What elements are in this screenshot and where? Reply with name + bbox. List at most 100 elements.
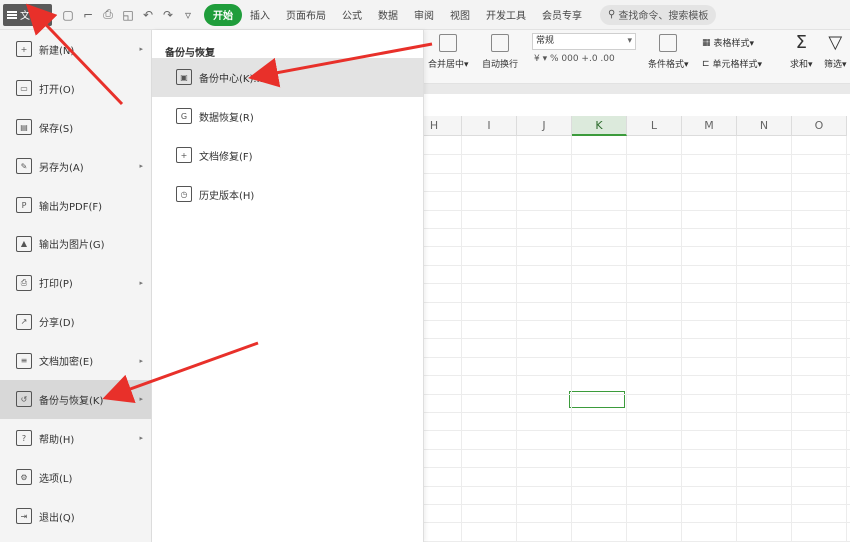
- merge-center-button[interactable]: 合并居中▾: [428, 34, 469, 70]
- grid-row-line: [424, 504, 850, 505]
- file-menu-item-label: 输出为PDF(F): [39, 201, 103, 213]
- chevron-right-icon: ▸: [139, 356, 143, 365]
- submenu-item[interactable]: ◷ 历史版本(H): [152, 175, 423, 214]
- hamburger-icon: [7, 10, 17, 19]
- table-style-button[interactable]: ▦ 表格样式▾: [702, 36, 755, 50]
- file-menu-item[interactable]: ⚙ 选项(L): [0, 458, 151, 497]
- submenu-item-label: 数据恢复(R): [199, 112, 254, 124]
- file-menu-item-label: 文档加密(E): [39, 357, 94, 369]
- chevron-right-icon: ▸: [139, 434, 143, 443]
- sum-button[interactable]: Σ 求和▾: [790, 32, 813, 71]
- file-menu-item[interactable]: ▭ 打开(O): [0, 69, 151, 108]
- merge-cells-icon: [439, 34, 458, 52]
- wrap-text-button[interactable]: 自动换行: [482, 34, 518, 70]
- number-format-select[interactable]: 常规: [532, 33, 636, 50]
- file-menu-item-label: 输出为图片(G): [39, 240, 105, 252]
- exit-icon: ⇥: [16, 508, 32, 525]
- cell-style-icon: ⊏: [702, 58, 710, 69]
- grid-row-line: [424, 228, 850, 229]
- file-menu-item[interactable]: ▲ 输出为图片(G): [0, 224, 151, 263]
- column-header[interactable]: J: [517, 116, 572, 136]
- table-style-icon: ▦: [702, 37, 711, 48]
- grid-row-line: [424, 448, 850, 450]
- conditional-format-button[interactable]: 条件格式▾: [648, 34, 689, 70]
- submenu-item-label: 历史版本(H): [199, 190, 255, 202]
- wrap-text-label: 自动换行: [482, 60, 519, 70]
- file-menu-item[interactable]: ↗ 分享(D): [0, 302, 151, 341]
- tab-0[interactable]: 开始: [204, 3, 243, 26]
- submenu-title: 备份与恢复: [165, 48, 215, 59]
- filter-button[interactable]: ▽ 筛选▾: [824, 32, 847, 71]
- submenu-item-label: 备份中心(K)...: [199, 73, 263, 85]
- print-icon[interactable]: ⎙: [102, 7, 114, 22]
- file-menu-item[interactable]: ✎ 另存为(A) ▸: [0, 147, 151, 186]
- file-menu-item[interactable]: ⎙ 打印(P) ▸: [0, 263, 151, 302]
- grid-row-line: [424, 154, 850, 156]
- submenu-item[interactable]: ▣ 备份中心(K)...: [152, 58, 423, 97]
- save-as-icon: ✎: [16, 158, 32, 175]
- conditional-format-label: 条件格式▾: [648, 60, 689, 70]
- redo-icon[interactable]: ↷: [162, 8, 174, 22]
- chevron-right-icon: ▸: [139, 395, 143, 404]
- tab-8[interactable]: 会员专享: [534, 4, 590, 26]
- filter-icon: ▽: [828, 32, 843, 53]
- sigma-icon: Σ: [795, 32, 807, 53]
- undo-icon[interactable]: ↶: [142, 8, 154, 22]
- backup-restore-submenu: 备份与恢复 ▣ 备份中心(K)... G 数据恢复(R) + 文档修复(F) ◷ 历史版本(H…: [152, 30, 424, 542]
- file-menu-item[interactable]: ⇥ 退出(Q): [0, 497, 151, 536]
- tab-1[interactable]: 插入: [242, 4, 278, 26]
- file-menu-item-label: 保存(S): [39, 123, 74, 135]
- format-painter-icon[interactable]: ⌐: [82, 8, 94, 22]
- tab-5[interactable]: 审阅: [406, 4, 442, 26]
- submenu-item[interactable]: + 文档修复(F): [152, 136, 423, 175]
- column-header[interactable]: M: [682, 116, 737, 136]
- cell-style-button[interactable]: ⊏ 单元格样式▾: [702, 57, 762, 71]
- data-recovery-icon: G: [176, 108, 192, 125]
- column-header[interactable]: L: [627, 116, 682, 136]
- grid-row-line: [424, 264, 850, 266]
- file-menu-item[interactable]: ▤ 保存(S): [0, 108, 151, 147]
- customize-toolbar-icon[interactable]: ▿: [182, 8, 194, 22]
- number-format-buttons[interactable]: ¥ ▾ % 000 +.0 .00: [534, 54, 615, 64]
- grid-row-line: [424, 301, 850, 303]
- backup-center-icon: ▣: [176, 69, 192, 86]
- column-header[interactable]: O: [792, 116, 847, 136]
- grid-row-line: [424, 467, 850, 469]
- file-menu-item-label: 分享(D): [39, 318, 75, 330]
- grid-row-line: [424, 522, 850, 524]
- share-icon: ↗: [16, 313, 32, 330]
- tab-7[interactable]: 开发工具: [478, 4, 534, 26]
- file-menu: + 新建(N) ▸ ▭ 打开(O) ▤ 保存(S) ✎ 另存为(A) ▸ P 输出为PDF(F) ▲ 输出…: [0, 30, 152, 542]
- top-menu-bar: 文件 ▾ ▢ ⌐ ⎙ ◱ ↶ ↷ ▿ 开始 插入 页面布局 公式 数据 审阅 视图 开发工具会…: [0, 0, 850, 30]
- conditional-format-icon: [659, 34, 678, 52]
- grid-row-line: [424, 283, 850, 285]
- column-header[interactable]: N: [737, 116, 792, 136]
- tab-6[interactable]: 视图: [442, 4, 478, 26]
- formula-bar[interactable]: [424, 84, 850, 94]
- chevron-right-icon: ▸: [139, 278, 143, 287]
- chevron-right-icon: ▸: [139, 45, 143, 54]
- save-icon[interactable]: ▢: [62, 8, 74, 22]
- tab-2[interactable]: 页面布局: [278, 4, 334, 26]
- column-header[interactable]: I: [462, 116, 517, 136]
- file-menu-item[interactable]: + 新建(N) ▸: [0, 30, 151, 69]
- options-gear-icon: ⚙: [16, 469, 32, 486]
- document-repair-icon: +: [176, 147, 192, 164]
- submenu-item[interactable]: G 数据恢复(R): [152, 97, 423, 136]
- grid-row-line: [424, 172, 850, 174]
- file-menu-item-label: 打印(P): [39, 279, 73, 291]
- spreadsheet-grid[interactable]: HIJKLMNO: [407, 116, 850, 542]
- file-menu-item[interactable]: P 输出为PDF(F): [0, 186, 151, 225]
- file-menu-item[interactable]: ≡ 文档加密(E) ▸: [0, 341, 151, 380]
- command-search[interactable]: ⚲ 查找命令、搜索模板: [600, 4, 717, 25]
- file-menu-button[interactable]: 文件 ▾: [3, 3, 53, 26]
- print-preview-icon[interactable]: ◱: [122, 8, 134, 22]
- column-header[interactable]: K: [572, 116, 627, 136]
- file-menu-item[interactable]: ↺ 备份与恢复(K) ▸: [0, 380, 151, 419]
- table-style-label: 表格样式▾: [713, 39, 755, 49]
- file-menu-item-label: 帮助(H): [39, 434, 75, 446]
- search-placeholder: 查找命令、搜索模板: [618, 11, 709, 22]
- tab-4[interactable]: 数据: [370, 4, 406, 26]
- tab-3[interactable]: 公式: [334, 4, 370, 26]
- file-menu-item[interactable]: ? 帮助(H) ▸: [0, 419, 151, 458]
